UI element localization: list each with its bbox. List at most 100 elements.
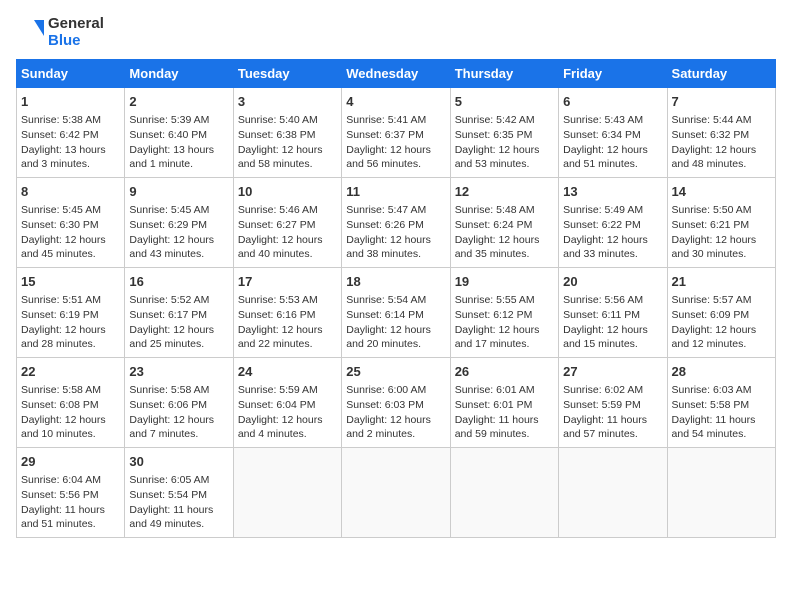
day-info: Sunrise: 5:58 AM Sunset: 6:06 PM Dayligh… — [129, 383, 228, 442]
day-number: 3 — [238, 93, 337, 111]
calendar-cell: 17 Sunrise: 5:53 AM Sunset: 6:16 PM Dayli… — [233, 268, 341, 358]
day-info: Sunrise: 6:03 AM Sunset: 5:58 PM Dayligh… — [672, 383, 771, 442]
day-number: 1 — [21, 93, 120, 111]
calendar-week-3: 15 Sunrise: 5:51 AM Sunset: 6:19 PM Dayli… — [17, 268, 776, 358]
day-info: Sunrise: 5:45 AM Sunset: 6:29 PM Dayligh… — [129, 203, 228, 262]
calendar-cell — [233, 448, 341, 538]
day-info: Sunrise: 5:42 AM Sunset: 6:35 PM Dayligh… — [455, 113, 554, 172]
day-number: 22 — [21, 363, 120, 381]
calendar-cell: 28 Sunrise: 6:03 AM Sunset: 5:58 PM Dayli… — [667, 358, 775, 448]
calendar-cell: 15 Sunrise: 5:51 AM Sunset: 6:19 PM Dayli… — [17, 268, 125, 358]
day-info: Sunrise: 6:01 AM Sunset: 6:01 PM Dayligh… — [455, 383, 554, 442]
day-number: 26 — [455, 363, 554, 381]
day-number: 9 — [129, 183, 228, 201]
day-info: Sunrise: 6:04 AM Sunset: 5:56 PM Dayligh… — [21, 473, 120, 532]
day-number: 14 — [672, 183, 771, 201]
day-info: Sunrise: 6:02 AM Sunset: 5:59 PM Dayligh… — [563, 383, 662, 442]
day-number: 10 — [238, 183, 337, 201]
day-number: 27 — [563, 363, 662, 381]
calendar-cell: 16 Sunrise: 5:52 AM Sunset: 6:17 PM Dayli… — [125, 268, 233, 358]
day-number: 18 — [346, 273, 445, 291]
weekday-row: SundayMondayTuesdayWednesdayThursdayFrid… — [17, 60, 776, 88]
day-number: 15 — [21, 273, 120, 291]
day-number: 5 — [455, 93, 554, 111]
calendar-cell: 23 Sunrise: 5:58 AM Sunset: 6:06 PM Dayli… — [125, 358, 233, 448]
calendar-cell: 1Sunrise: 5:38 AM Sunset: 6:42 PM Daylig… — [17, 88, 125, 178]
calendar-body: 1Sunrise: 5:38 AM Sunset: 6:42 PM Daylig… — [17, 88, 776, 538]
day-info: Sunrise: 6:05 AM Sunset: 5:54 PM Dayligh… — [129, 473, 228, 532]
calendar-cell: 14Sunrise: 5:50 AM Sunset: 6:21 PM Dayli… — [667, 178, 775, 268]
weekday-header-friday: Friday — [559, 60, 667, 88]
day-info: Sunrise: 5:59 AM Sunset: 6:04 PM Dayligh… — [238, 383, 337, 442]
calendar-cell: 22Sunrise: 5:58 AM Sunset: 6:08 PM Dayli… — [17, 358, 125, 448]
day-info: Sunrise: 5:51 AM Sunset: 6:19 PM Dayligh… — [21, 293, 120, 352]
weekday-header-thursday: Thursday — [450, 60, 558, 88]
day-info: Sunrise: 5:43 AM Sunset: 6:34 PM Dayligh… — [563, 113, 662, 172]
day-info: Sunrise: 6:00 AM Sunset: 6:03 PM Dayligh… — [346, 383, 445, 442]
calendar-cell: 30 Sunrise: 6:05 AM Sunset: 5:54 PM Dayli… — [125, 448, 233, 538]
day-number: 7 — [672, 93, 771, 111]
calendar-cell: 19Sunrise: 5:55 AM Sunset: 6:12 PM Dayli… — [450, 268, 558, 358]
day-number: 6 — [563, 93, 662, 111]
day-number: 19 — [455, 273, 554, 291]
calendar-cell: 10 Sunrise: 5:46 AM Sunset: 6:27 PM Dayli… — [233, 178, 341, 268]
day-info: Sunrise: 5:45 AM Sunset: 6:30 PM Dayligh… — [21, 203, 120, 262]
day-info: Sunrise: 5:47 AM Sunset: 6:26 PM Dayligh… — [346, 203, 445, 262]
day-info: Sunrise: 5:54 AM Sunset: 6:14 PM Dayligh… — [346, 293, 445, 352]
logo-general-text: General — [48, 16, 104, 33]
day-number: 23 — [129, 363, 228, 381]
day-number: 28 — [672, 363, 771, 381]
calendar-cell — [559, 448, 667, 538]
day-info: Sunrise: 5:39 AM Sunset: 6:40 PM Dayligh… — [129, 113, 228, 172]
calendar-week-2: 8 Sunrise: 5:45 AM Sunset: 6:30 PM Daylig… — [17, 178, 776, 268]
calendar-cell: 7 Sunrise: 5:44 AM Sunset: 6:32 PM Daylig… — [667, 88, 775, 178]
calendar-cell — [342, 448, 450, 538]
weekday-header-saturday: Saturday — [667, 60, 775, 88]
day-number: 2 — [129, 93, 228, 111]
logo-icon — [16, 18, 46, 48]
calendar-cell: 12 Sunrise: 5:48 AM Sunset: 6:24 PM Dayli… — [450, 178, 558, 268]
calendar-cell: 11 Sunrise: 5:47 AM Sunset: 6:26 PM Dayli… — [342, 178, 450, 268]
calendar-cell: 2 Sunrise: 5:39 AM Sunset: 6:40 PM Daylig… — [125, 88, 233, 178]
day-number: 20 — [563, 273, 662, 291]
calendar-cell: 9 Sunrise: 5:45 AM Sunset: 6:29 PM Daylig… — [125, 178, 233, 268]
day-info: Sunrise: 5:48 AM Sunset: 6:24 PM Dayligh… — [455, 203, 554, 262]
day-number: 12 — [455, 183, 554, 201]
day-info: Sunrise: 5:44 AM Sunset: 6:32 PM Dayligh… — [672, 113, 771, 172]
day-info: Sunrise: 5:53 AM Sunset: 6:16 PM Dayligh… — [238, 293, 337, 352]
day-number: 16 — [129, 273, 228, 291]
calendar-week-5: 29Sunrise: 6:04 AM Sunset: 5:56 PM Dayli… — [17, 448, 776, 538]
day-number: 24 — [238, 363, 337, 381]
calendar-cell: 3 Sunrise: 5:40 AM Sunset: 6:38 PM Daylig… — [233, 88, 341, 178]
day-number: 11 — [346, 183, 445, 201]
day-info: Sunrise: 5:52 AM Sunset: 6:17 PM Dayligh… — [129, 293, 228, 352]
calendar-cell: 6 Sunrise: 5:43 AM Sunset: 6:34 PM Daylig… — [559, 88, 667, 178]
calendar-cell: 21Sunrise: 5:57 AM Sunset: 6:09 PM Dayli… — [667, 268, 775, 358]
calendar-cell: 8 Sunrise: 5:45 AM Sunset: 6:30 PM Daylig… — [17, 178, 125, 268]
calendar-cell — [450, 448, 558, 538]
day-number: 13 — [563, 183, 662, 201]
calendar-cell — [667, 448, 775, 538]
day-number: 30 — [129, 453, 228, 471]
calendar-cell: 25 Sunrise: 6:00 AM Sunset: 6:03 PM Dayli… — [342, 358, 450, 448]
calendar-table: SundayMondayTuesdayWednesdayThursdayFrid… — [16, 59, 776, 538]
weekday-header-wednesday: Wednesday — [342, 60, 450, 88]
day-info: Sunrise: 5:57 AM Sunset: 6:09 PM Dayligh… — [672, 293, 771, 352]
day-number: 25 — [346, 363, 445, 381]
logo-blue-text: Blue — [48, 33, 104, 50]
calendar-cell: 5 Sunrise: 5:42 AM Sunset: 6:35 PM Daylig… — [450, 88, 558, 178]
day-number: 17 — [238, 273, 337, 291]
day-number: 8 — [21, 183, 120, 201]
weekday-header-sunday: Sunday — [17, 60, 125, 88]
calendar-cell: 26 Sunrise: 6:01 AM Sunset: 6:01 PM Dayli… — [450, 358, 558, 448]
calendar-cell: 18 Sunrise: 5:54 AM Sunset: 6:14 PM Dayli… — [342, 268, 450, 358]
calendar-cell: 20 Sunrise: 5:56 AM Sunset: 6:11 PM Dayli… — [559, 268, 667, 358]
day-info: Sunrise: 5:56 AM Sunset: 6:11 PM Dayligh… — [563, 293, 662, 352]
calendar-header: SundayMondayTuesdayWednesdayThursdayFrid… — [17, 60, 776, 88]
day-info: Sunrise: 5:40 AM Sunset: 6:38 PM Dayligh… — [238, 113, 337, 172]
day-info: Sunrise: 5:46 AM Sunset: 6:27 PM Dayligh… — [238, 203, 337, 262]
calendar-cell: 4Sunrise: 5:41 AM Sunset: 6:37 PM Daylig… — [342, 88, 450, 178]
page-header: General Blue — [16, 16, 776, 49]
calendar-week-4: 22Sunrise: 5:58 AM Sunset: 6:08 PM Dayli… — [17, 358, 776, 448]
day-info: Sunrise: 5:41 AM Sunset: 6:37 PM Dayligh… — [346, 113, 445, 172]
